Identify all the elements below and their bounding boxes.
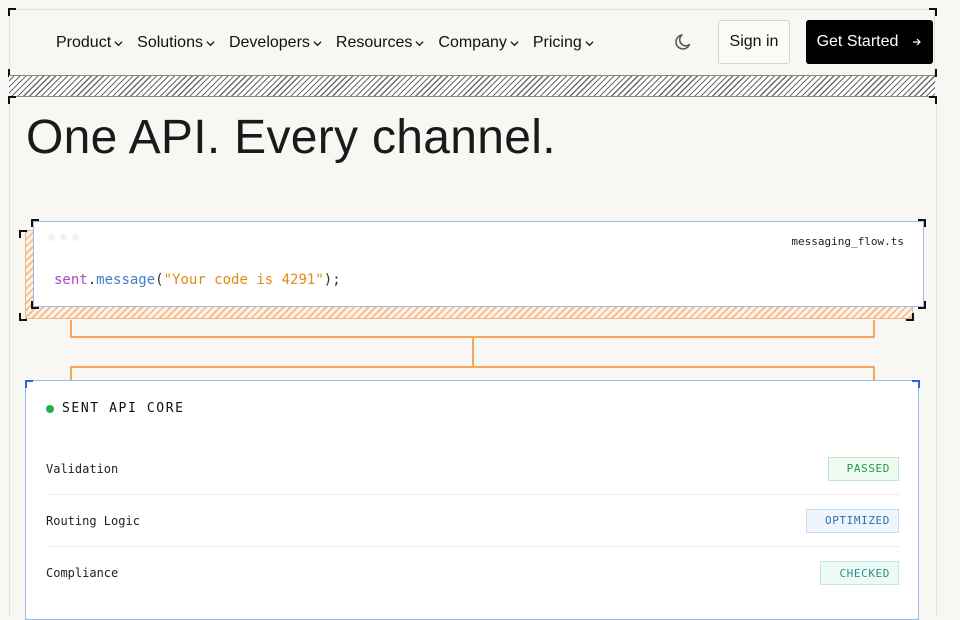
nav-item-label: Product [56,34,112,51]
moon-icon[interactable] [674,32,694,52]
connector-line [472,336,474,367]
code-card: messaging_flow.ts sent.message("Your cod… [33,221,924,307]
status-dot-icon [46,404,54,413]
sign-in-button[interactable]: Sign in [718,20,790,64]
code-close: ); [323,272,341,288]
table-row: Validation PASSED [46,443,899,495]
nav-item-label: Pricing [532,34,582,51]
nav-item-resources[interactable]: Resources [336,34,424,52]
nav-item-label: Developers [228,34,310,51]
corner-bracket [918,301,926,309]
chevron-down-icon [114,40,123,46]
corner-bracket [929,8,937,16]
code-method: message [96,272,156,288]
row-label: Routing Logic [46,513,140,528]
get-started-label: Get Started [816,33,899,50]
nav-item-developers[interactable]: Developers [229,34,322,52]
status-badge: PASSED [827,456,899,481]
connector-line [873,366,875,381]
hatched-divider [9,75,935,97]
status-badge: OPTIMIZED [805,508,899,533]
code-line: sent.message("Your code is 4291"); [54,272,341,288]
code-object: sent [54,272,88,288]
corner-bracket [19,313,27,321]
connector-line [70,366,875,368]
row-label: Validation [46,461,119,476]
api-core-panel: SENT API CORE Validation PASSED Routing … [25,380,919,620]
corner-bracket [8,96,16,104]
connector-line [70,366,72,381]
code-open-paren: ( [155,272,164,288]
corner-bracket [918,219,926,227]
nav-item-label: Solutions [137,34,203,51]
panel-header: SENT API CORE [46,401,185,416]
nav-item-label: Company [438,34,507,51]
nav-item-product[interactable]: Product [56,34,123,52]
corner-bracket [912,380,920,388]
nav-item-pricing[interactable]: Pricing [533,34,594,52]
window-dot [48,234,55,241]
connector-line [70,320,72,337]
chevron-down-icon [415,40,424,46]
code-filename: messaging_flow.ts [791,235,904,248]
sign-in-label: Sign in [729,33,779,50]
corner-bracket [19,230,27,238]
corner-bracket [31,301,39,309]
corner-bracket [31,219,39,227]
corner-bracket [25,380,33,388]
table-row: Compliance CHECKED [46,547,899,599]
panel-title: SENT API CORE [62,401,185,416]
connector-line [873,320,875,337]
get-started-button[interactable]: Get Started [806,20,933,64]
code-string: "Your code is 4291" [163,272,324,288]
nav-item-label: Resources [335,34,413,51]
nav-menu: Product Solutions Developers Resources C… [56,10,608,76]
chevron-down-icon [510,40,519,46]
nav-item-company[interactable]: Company [438,34,519,52]
corner-bracket [929,96,937,104]
corner-bracket [8,8,16,16]
window-dot [72,234,79,241]
hero-title: One API. Every channel. [26,111,556,164]
chevron-down-icon [206,40,215,46]
corner-bracket [906,313,914,321]
window-dots [48,234,79,241]
nav-item-solutions[interactable]: Solutions [137,34,215,52]
chevron-down-icon [313,40,322,46]
code-dot: . [87,272,97,288]
top-navbar: Product Solutions Developers Resources C… [9,9,935,75]
arrow-right-icon [913,38,922,46]
row-label: Compliance [46,566,119,580]
table-row: Routing Logic OPTIMIZED [46,495,899,547]
window-dot [60,234,67,241]
status-badge: CHECKED [820,561,899,585]
chevron-down-icon [585,40,594,46]
